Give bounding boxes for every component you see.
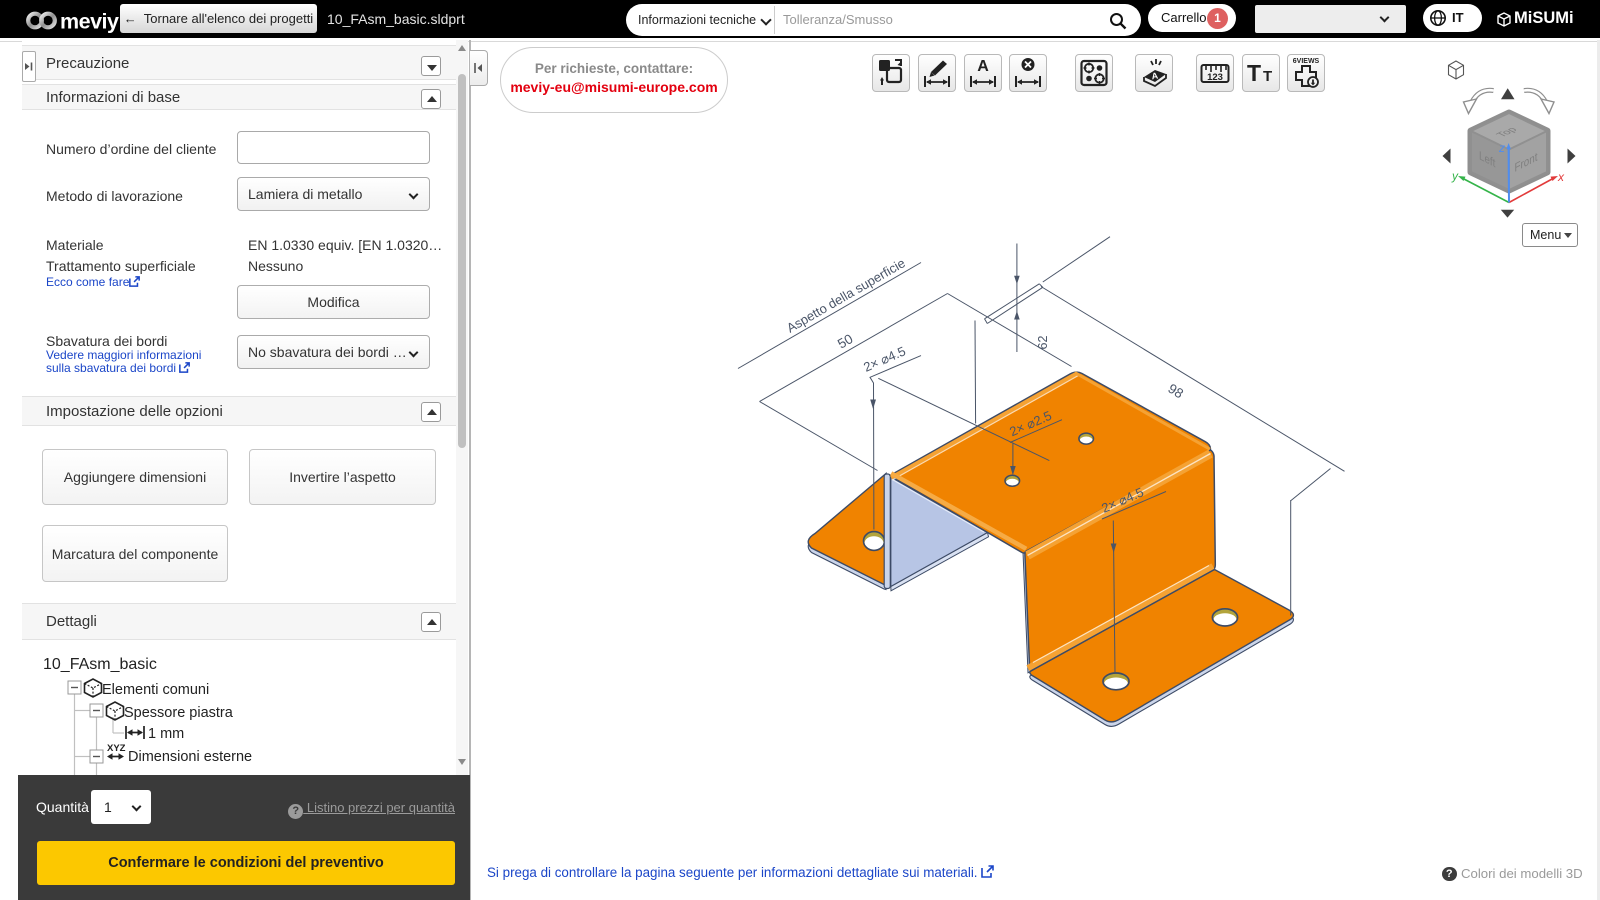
svg-text:Spessore piastra: Spessore piastra <box>124 705 234 721</box>
svg-text:XYZ: XYZ <box>107 743 126 754</box>
svg-text:1 mm: 1 mm <box>148 726 184 742</box>
svg-text:y: y <box>1451 169 1459 183</box>
svg-text:98: 98 <box>1165 381 1186 402</box>
svg-text:10_FAsm_basic: 10_FAsm_basic <box>43 656 157 673</box>
svg-text:62: 62 <box>1036 336 1050 350</box>
svg-text:x: x <box>1557 170 1565 184</box>
svg-text:Elementi comuni: Elementi comuni <box>102 682 209 698</box>
svg-text:z: z <box>1498 141 1505 155</box>
svg-text:Aspetto della superficie: Aspetto della superficie <box>784 255 908 335</box>
svg-text:Dimensioni esterne: Dimensioni esterne <box>128 749 252 765</box>
svg-text:2× ⌀4.5: 2× ⌀4.5 <box>861 343 908 374</box>
svg-text:meviy: meviy <box>60 10 119 34</box>
